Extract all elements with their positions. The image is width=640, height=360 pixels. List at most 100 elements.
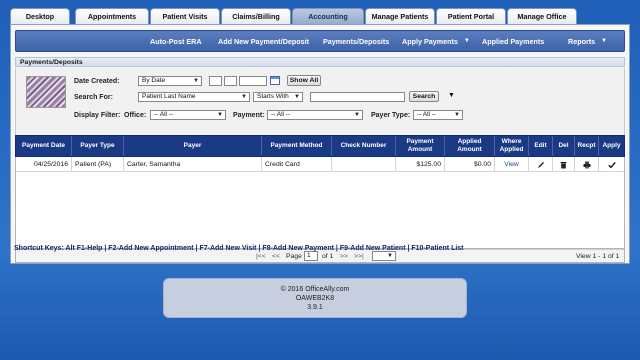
table-row[interactable]: 04/25/2016 Patient (PA) Carter, Samantha… [16, 157, 624, 172]
table-header: Payment Date Payer Type Payer Payment Me… [15, 135, 625, 157]
payments-thumbnail-image [26, 76, 66, 108]
col-payment-amount[interactable]: Payment Amount [396, 136, 445, 156]
reports-menu[interactable]: Reports ▼ [568, 31, 607, 51]
chevron-down-icon: ▼ [294, 94, 300, 100]
cell-payment-amount: $125.00 [396, 157, 445, 172]
payment-select[interactable]: -- All -- ▼ [267, 110, 363, 120]
calendar-icon[interactable] [270, 76, 280, 85]
col-payer-type[interactable]: Payer Type [72, 136, 124, 156]
apply-check-icon[interactable] [599, 157, 624, 172]
first-page-button[interactable]: |<< [256, 252, 266, 262]
server-name: OAWEB2K8 [295, 295, 335, 302]
next-page-button[interactable]: >> [340, 252, 348, 262]
expand-filters-icon[interactable]: ▼ [448, 92, 455, 99]
col-payer[interactable]: Payer [124, 136, 262, 156]
col-recpt: Recpt [575, 136, 599, 156]
search-field-select[interactable]: Patient Last Name ▼ [138, 92, 250, 102]
view-range-summary: View 1 - 1 of 1 [576, 253, 620, 260]
date-day-input[interactable] [224, 76, 237, 86]
applied-payments-link[interactable]: Applied Payments [482, 31, 544, 51]
tab-appointments[interactable]: Appointments [75, 8, 149, 24]
section-title: Payments/Deposits [15, 57, 625, 67]
shortcut-help[interactable]: Alt F1-Help [65, 245, 102, 252]
page-label: Page [286, 253, 302, 260]
search-field-value: Patient Last Name [142, 93, 196, 100]
search-operator-select[interactable]: Starts With ▼ [253, 92, 303, 102]
edit-icon[interactable] [529, 157, 553, 172]
last-page-button[interactable]: >>| [354, 252, 364, 262]
cell-payer: Carter, Samantha [124, 157, 262, 172]
show-all-button[interactable]: Show All [287, 75, 321, 86]
prev-page-button[interactable]: << [272, 252, 280, 262]
search-operator-value: Starts With [257, 93, 289, 100]
payment-value: -- All -- [271, 111, 291, 118]
payments-deposits-link[interactable]: Payments/Deposits [323, 31, 389, 51]
date-year-input[interactable] [239, 76, 267, 86]
table-body: 04/25/2016 Patient (PA) Carter, Samantha… [15, 157, 625, 249]
tab-patient-visits[interactable]: Patient Visits [150, 8, 220, 24]
chevron-down-icon: ▼ [193, 78, 199, 84]
tab-accounting[interactable]: Accounting [292, 8, 364, 24]
office-label: Office: [124, 112, 147, 119]
col-payment-method[interactable]: Payment Method [262, 136, 332, 156]
col-where-applied[interactable]: Where Applied [495, 136, 529, 156]
tab-patient-portal[interactable]: Patient Portal [436, 8, 506, 24]
payer-type-label: Payer Type: [371, 112, 411, 119]
col-edit: Edit [529, 136, 553, 156]
page-count-label: of 1 [322, 253, 334, 260]
col-check-number[interactable]: Check Number [332, 136, 396, 156]
payer-type-select[interactable]: -- All -- ▼ [413, 110, 463, 120]
print-receipt-icon[interactable] [575, 157, 599, 172]
tab-claims-billing[interactable]: Claims/Billing [221, 8, 291, 24]
cell-check-number [332, 157, 396, 172]
col-apply: Apply [602, 142, 621, 149]
apply-payments-label: Apply Payments [402, 36, 458, 46]
main-tab-bar: Desktop Appointments Patient Visits Clai… [0, 0, 640, 26]
date-mode-select[interactable]: By Date ▼ [138, 76, 202, 86]
chevron-down-icon: ▼ [601, 38, 608, 44]
add-new-payment-link[interactable]: Add New Payment/Deposit [218, 31, 309, 51]
col-payment-date[interactable]: Payment Date [16, 136, 72, 156]
cell-applied-amount: $0.00 [445, 157, 495, 172]
tab-desktop[interactable]: Desktop [10, 8, 70, 24]
payment-label: Payment: [233, 112, 265, 119]
chevron-down-icon: ▼ [454, 112, 460, 118]
reports-label: Reports [568, 36, 596, 46]
chevron-down-icon: ▼ [463, 38, 470, 44]
shortcut-keys-bar: Shortcut Keys: Alt F1-Help | F2-Add New … [14, 245, 464, 252]
col-applied-amount[interactable]: Applied Amount [445, 136, 495, 156]
date-created-label: Date Created: [74, 78, 120, 85]
apply-payments-menu[interactable]: Apply Payments ▼ [402, 31, 470, 51]
accounting-subnav: Auto-Post ERA Add New Payment/Deposit Pa… [15, 30, 625, 52]
delete-icon[interactable] [553, 157, 575, 172]
copyright-text: © 2016 OfficeAlly.com [280, 286, 350, 293]
tab-manage-patients[interactable]: Manage Patients [365, 8, 435, 24]
shortcut-add-appointment[interactable]: F2-Add New Appointment [108, 245, 193, 252]
office-select[interactable]: -- All -- ▼ [150, 110, 226, 120]
auto-post-era-link[interactable]: Auto-Post ERA [150, 31, 202, 51]
version-number: 3.9.1 [307, 304, 323, 311]
display-filter-label: Display Filter: [74, 112, 121, 119]
chevron-down-icon: ▼ [241, 94, 247, 100]
date-month-input[interactable] [209, 76, 222, 86]
search-for-label: Search For: [74, 94, 113, 101]
cell-payment-method: Credit Card [262, 157, 332, 172]
cell-payment-date: 04/25/2016 [16, 157, 72, 172]
shortcut-add-visit[interactable]: F7-Add New Visit [199, 245, 256, 252]
shortcut-patient-list[interactable]: F10-Patient List [411, 245, 463, 252]
search-input[interactable] [310, 92, 405, 102]
page-size-select[interactable]: ▼ [372, 251, 396, 261]
chevron-down-icon: ▼ [354, 112, 360, 118]
shortcut-add-patient[interactable]: F9-Add New Patient [340, 245, 406, 252]
accounting-panel: Auto-Post ERA Add New Payment/Deposit Pa… [10, 24, 630, 264]
search-button[interactable]: Search [409, 91, 439, 102]
shortcut-keys-label: Shortcut Keys: [14, 245, 64, 252]
chevron-down-icon: ▼ [387, 253, 393, 259]
tab-manage-office[interactable]: Manage Office [507, 8, 577, 24]
shortcut-add-payment[interactable]: F8-Add New Payment [262, 245, 334, 252]
view-applied-link[interactable]: View [495, 157, 529, 172]
payer-type-value: -- All -- [417, 111, 437, 118]
cell-payer-type: Patient (PA) [72, 157, 124, 172]
chevron-down-icon: ▼ [217, 112, 223, 118]
page-number-input[interactable]: 1 [304, 251, 318, 261]
